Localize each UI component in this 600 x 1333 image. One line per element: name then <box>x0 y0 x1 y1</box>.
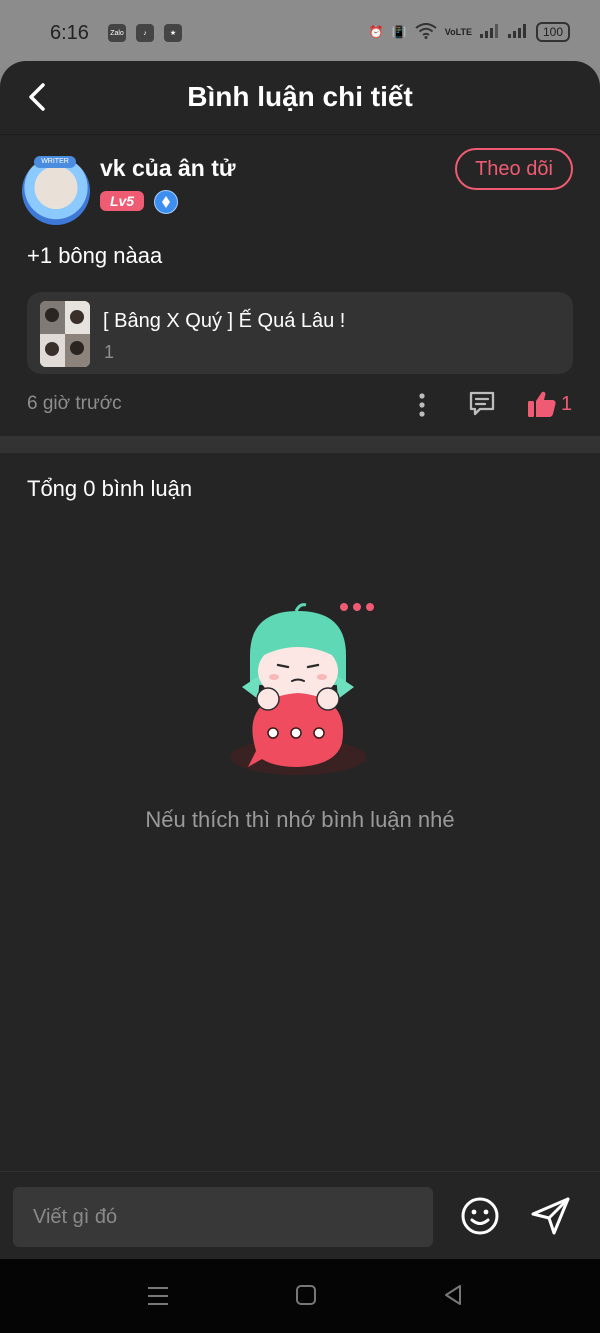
signal-icon-2 <box>507 23 528 41</box>
story-chapter: 1 <box>104 342 115 362</box>
volte-label: VoLTE <box>444 27 472 37</box>
alarm-icon: ⏰ <box>368 25 384 39</box>
zalo-icon: Zalo <box>108 24 126 42</box>
like-thumbs-up-icon[interactable] <box>527 390 557 418</box>
send-button-icon[interactable] <box>530 1196 572 1236</box>
like-count: 1 <box>561 393 573 415</box>
header: Bình luận chi tiết <box>0 61 600 135</box>
comment-detail-screen: Bình luận chi tiết WRITER vk của ân tử L… <box>0 61 600 1259</box>
vibrate-icon: 📳 <box>391 25 407 39</box>
system-nav-bar <box>0 1259 600 1333</box>
comment-text: +1 bông nàaa <box>27 243 163 268</box>
recent-apps-icon[interactable] <box>146 1284 170 1308</box>
page-title: Bình luận chi tiết <box>187 81 413 112</box>
tiktok-icon: ♪ <box>136 24 154 42</box>
wifi-icon <box>415 22 437 42</box>
status-time: 6:16 <box>50 22 89 44</box>
empty-comments-illustration-icon <box>230 603 374 775</box>
comment-total: Tổng 0 bình luận <box>27 476 193 501</box>
battery-indicator: 100 <box>535 22 570 42</box>
story-card[interactable]: [ Bâng X Quý ] Ế Quá Lâu ! 1 <box>27 292 573 374</box>
comment-input[interactable] <box>13 1187 433 1247</box>
signal-icon <box>479 23 500 41</box>
reply-icon[interactable] <box>468 390 496 418</box>
empty-comments-message: Nếu thích thì nhớ bình luận nhé <box>145 807 455 832</box>
nav-back-icon[interactable] <box>441 1283 465 1307</box>
story-thumbnail <box>40 301 90 367</box>
comment-timestamp: 6 giờ trước <box>27 393 122 414</box>
follow-button[interactable]: Theo dõi <box>455 148 573 190</box>
home-icon[interactable] <box>295 1284 317 1306</box>
section-divider <box>0 436 600 453</box>
more-options-icon[interactable] <box>410 391 434 419</box>
status-app-icons: Zalo ♪ ★ <box>108 24 182 42</box>
username[interactable]: vk của ân tử <box>100 155 236 182</box>
verified-icon <box>154 190 178 214</box>
avatar-frame-tag: WRITER <box>34 156 76 168</box>
status-bar: 6:16 Zalo ♪ ★ ⏰ 📳 VoLTE 100 <box>0 0 600 68</box>
comment-composer <box>0 1171 600 1259</box>
emoji-button-icon[interactable] <box>460 1196 500 1236</box>
status-right: ⏰ 📳 VoLTE 100 <box>369 22 570 42</box>
story-title: [ Bâng X Quý ] Ế Quá Lâu ! <box>103 310 346 332</box>
app-notification-icon: ★ <box>164 24 182 42</box>
level-badge: Lv5 <box>100 191 144 211</box>
